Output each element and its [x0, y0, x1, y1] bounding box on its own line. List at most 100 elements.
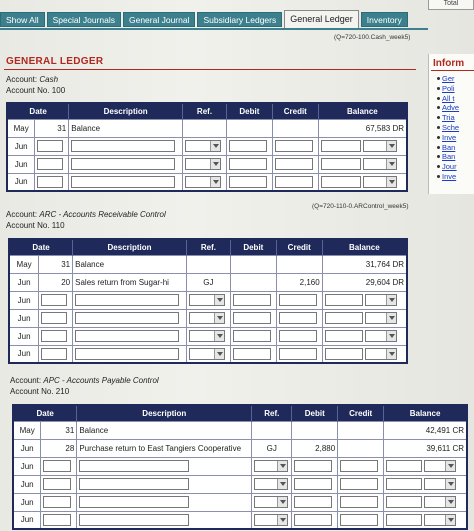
description-input[interactable]	[79, 496, 190, 508]
balance-type-select[interactable]	[364, 330, 397, 342]
account-name: Cash	[39, 75, 59, 84]
ref-select[interactable]	[254, 496, 289, 508]
balance-input[interactable]	[324, 294, 363, 306]
cell-day: 31	[38, 254, 74, 274]
description-input[interactable]	[75, 347, 180, 360]
credit-input[interactable]	[278, 330, 317, 342]
debit-input[interactable]	[232, 330, 271, 342]
ref-select[interactable]	[188, 347, 225, 360]
debit-input[interactable]	[294, 478, 333, 490]
credit-input[interactable]	[340, 460, 379, 472]
balance-input[interactable]	[320, 158, 361, 170]
description-input[interactable]	[71, 140, 176, 152]
day-input[interactable]	[43, 496, 72, 508]
balance-type-select[interactable]	[364, 312, 397, 324]
day-input[interactable]	[43, 478, 72, 490]
balance-input[interactable]	[386, 513, 423, 526]
day-input[interactable]	[43, 513, 72, 526]
info-link[interactable]: Ger	[437, 74, 474, 84]
balance-type-select[interactable]	[424, 478, 457, 490]
debit-input[interactable]	[228, 158, 267, 170]
balance-type-select[interactable]	[362, 158, 397, 170]
balance-type-select[interactable]	[362, 140, 397, 152]
tab-show-all[interactable]: Show All	[0, 12, 45, 27]
credit-input[interactable]	[340, 513, 379, 526]
day-input[interactable]	[41, 312, 68, 324]
credit-input[interactable]	[278, 294, 317, 306]
balance-type-select[interactable]	[424, 496, 457, 508]
description-input[interactable]	[71, 175, 176, 188]
info-link[interactable]: All t	[437, 94, 474, 104]
info-link[interactable]: Jour	[437, 162, 474, 172]
balance-type-select[interactable]	[364, 294, 397, 306]
debit-input[interactable]	[232, 312, 271, 324]
credit-input[interactable]	[278, 312, 317, 324]
balance-input[interactable]	[324, 330, 363, 342]
balance-input[interactable]	[324, 347, 363, 360]
debit-input[interactable]	[294, 460, 333, 472]
balance-type-select[interactable]	[424, 460, 457, 472]
day-input[interactable]	[41, 347, 68, 360]
tab-subsidiary-ledgers[interactable]: Subsidiary Ledgers	[197, 12, 283, 27]
ref-select[interactable]	[185, 140, 222, 152]
info-link[interactable]: Tria	[437, 113, 474, 123]
cell-balance	[383, 456, 468, 476]
credit-input[interactable]	[274, 158, 313, 170]
tab-special-journals[interactable]: Special Journals	[46, 12, 121, 27]
info-link[interactable]: Adve	[437, 103, 474, 113]
ref-select[interactable]	[188, 312, 225, 324]
ref-select[interactable]	[254, 460, 289, 472]
debit-input[interactable]	[228, 175, 267, 188]
debit-input[interactable]	[294, 513, 333, 526]
debit-input[interactable]	[232, 347, 271, 360]
description-input[interactable]	[79, 478, 190, 490]
day-input[interactable]	[37, 158, 64, 170]
ref-select[interactable]	[188, 330, 225, 342]
debit-input[interactable]	[294, 496, 333, 508]
balance-input[interactable]	[386, 460, 423, 472]
tab-inventory[interactable]: Inventory	[360, 12, 408, 27]
info-link[interactable]: Ban	[437, 143, 474, 153]
description-input[interactable]	[71, 158, 176, 170]
cell-debit	[229, 344, 277, 364]
info-link[interactable]: Inve	[437, 133, 474, 143]
credit-input[interactable]	[274, 140, 313, 152]
info-link[interactable]: Poli	[437, 84, 474, 94]
balance-type-select[interactable]	[364, 347, 397, 360]
tab-general-ledger[interactable]: General Ledger	[284, 10, 359, 28]
description-input[interactable]	[75, 312, 180, 324]
ref-select[interactable]	[188, 294, 225, 306]
day-input[interactable]	[43, 460, 72, 472]
balance-input[interactable]	[320, 140, 361, 152]
info-link[interactable]: Inve	[437, 172, 474, 182]
credit-input[interactable]	[340, 496, 379, 508]
credit-input[interactable]	[274, 175, 313, 188]
description-input[interactable]	[79, 513, 190, 526]
balance-input[interactable]	[386, 496, 423, 508]
ref-select[interactable]	[254, 513, 289, 526]
balance-input[interactable]	[320, 175, 361, 188]
balance-type-select[interactable]	[424, 513, 457, 526]
query-note-cash: (Q=720-100.Cash_week5)	[334, 34, 411, 41]
day-input[interactable]	[41, 294, 68, 306]
ref-select[interactable]	[254, 478, 289, 490]
credit-input[interactable]	[278, 347, 317, 360]
day-input[interactable]	[41, 330, 68, 342]
day-input[interactable]	[37, 175, 64, 188]
credit-input[interactable]	[340, 478, 379, 490]
balance-input[interactable]	[386, 478, 423, 490]
info-link[interactable]: Ban	[437, 152, 474, 162]
ref-select[interactable]	[185, 175, 222, 188]
balance-input[interactable]	[324, 312, 363, 324]
description-input[interactable]	[75, 330, 180, 342]
account-name-cash: Account: Cash	[6, 75, 58, 84]
debit-input[interactable]	[228, 140, 267, 152]
debit-input[interactable]	[232, 294, 271, 306]
ref-select[interactable]	[185, 158, 222, 170]
balance-type-select[interactable]	[362, 175, 397, 188]
description-input[interactable]	[79, 460, 190, 472]
info-link[interactable]: Sche	[437, 123, 474, 133]
description-input[interactable]	[75, 294, 180, 306]
tab-general-journal[interactable]: General Journal	[122, 12, 196, 27]
day-input[interactable]	[37, 140, 64, 152]
